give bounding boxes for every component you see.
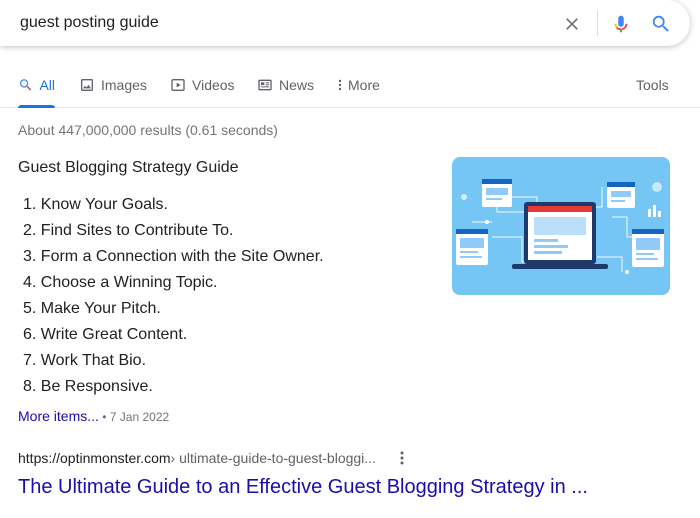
cite-domain[interactable]: https://optinmonster.com [18, 450, 171, 466]
featured-snippet-list: 1. Know Your Goals. 2. Find Sites to Con… [23, 192, 324, 400]
tab-videos-label: Videos [192, 77, 235, 93]
list-item: 1. Know Your Goals. [23, 196, 168, 213]
tab-videos[interactable]: Videos [170, 77, 235, 108]
search-divider [597, 11, 598, 36]
result-title-link[interactable]: The Ultimate Guide to an Effective Guest… [18, 476, 588, 499]
tab-more[interactable]: More [336, 77, 380, 108]
list-item: 8. Be Responsive. [23, 378, 153, 395]
search-icon [19, 79, 32, 91]
more-items-link[interactable]: More items... [18, 408, 99, 424]
featured-snippet-title: Guest Blogging Strategy Guide [18, 159, 239, 176]
list-item: 7. Work That Bio. [23, 352, 147, 369]
list-item: 3. Form a Connection with the Site Owner… [23, 248, 324, 265]
tab-all[interactable]: All [18, 77, 55, 108]
search-tabs: All Images Videos News More Tools [0, 74, 700, 108]
more-vert-icon [338, 79, 342, 91]
tab-all-label: All [39, 77, 55, 93]
search-icon[interactable] [650, 13, 672, 35]
close-icon[interactable] [562, 14, 582, 34]
microphone-icon[interactable] [610, 12, 632, 36]
more-vert-icon[interactable] [394, 450, 410, 466]
tab-images-label: Images [101, 77, 147, 93]
featured-snippet-image[interactable] [452, 157, 670, 295]
tab-news-label: News [279, 77, 315, 93]
list-item: 6. Write Great Content. [23, 326, 188, 343]
play-icon [171, 79, 185, 91]
tab-news[interactable]: News [257, 77, 314, 108]
search-bar: guest posting guide [0, 0, 690, 46]
list-item: 2. Find Sites to Contribute To. [23, 222, 234, 239]
tab-more-label: More [348, 77, 380, 93]
separator: • [98, 410, 110, 424]
news-icon [258, 79, 272, 91]
list-item: 5. Make Your Pitch. [23, 300, 161, 317]
tools-button[interactable]: Tools [636, 77, 669, 93]
cite-path: › ultimate-guide-to-guest-bloggi... [170, 450, 376, 466]
result-cite: https://optinmonster.com › ultimate-guid… [18, 450, 410, 466]
search-input[interactable]: guest posting guide [20, 14, 159, 32]
list-item: 4. Choose a Winning Topic. [23, 274, 218, 291]
more-items-row: More items... • 7 Jan 2022 [18, 408, 169, 424]
snippet-date: 7 Jan 2022 [109, 410, 170, 424]
guest-blogging-illustration [456, 179, 664, 274]
image-icon [81, 79, 93, 91]
result-stats: About 447,000,000 results (0.61 seconds) [18, 122, 278, 138]
tab-images[interactable]: Images [79, 77, 147, 108]
